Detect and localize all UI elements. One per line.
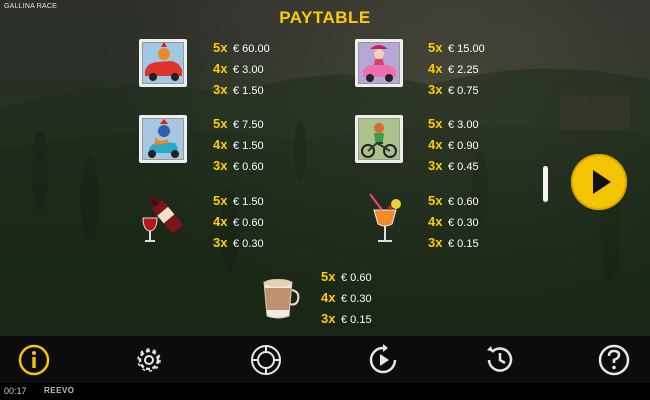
payout-amount: € 0.60 <box>233 217 264 229</box>
play-icon <box>593 170 611 194</box>
payout-amount: € 0.90 <box>448 140 479 152</box>
paytable-title: PAYTABLE <box>279 8 371 27</box>
payout-amount: € 2.25 <box>448 64 479 76</box>
multiplier-label: 5x <box>213 40 228 55</box>
payout-amount: € 3.00 <box>233 64 264 76</box>
multiplier-label: 5x <box>213 193 228 208</box>
payout-amount: € 0.30 <box>233 238 264 250</box>
payout-amount: € 0.15 <box>448 238 479 250</box>
rooster-scooter-symbol <box>137 113 189 165</box>
payout-amount: € 1.50 <box>233 196 264 208</box>
payout-amount: € 15.00 <box>448 43 485 55</box>
provider-logo: REEVO <box>44 386 75 395</box>
payout-amount: € 60.00 <box>233 43 270 55</box>
multiplier-label: 3x <box>428 158 443 173</box>
multiplier-label: 4x <box>213 61 228 76</box>
wine-symbol <box>137 190 189 242</box>
multiplier-label: 4x <box>321 290 336 305</box>
cocktail-symbol <box>360 190 412 242</box>
history-button[interactable] <box>482 342 518 378</box>
payout-amount: € 0.60 <box>233 161 264 173</box>
payout-amount: € 1.50 <box>233 140 264 152</box>
payout-amount: € 7.50 <box>233 119 264 131</box>
multiplier-label: 3x <box>213 158 228 173</box>
multiplier-label: 4x <box>428 214 443 229</box>
play-button[interactable] <box>571 154 627 210</box>
payout-amount: € 0.30 <box>341 293 372 305</box>
status-bar: 00:17 REEVO <box>0 383 650 400</box>
multiplier-label: 5x <box>428 40 443 55</box>
payout-amount: € 0.75 <box>448 85 479 97</box>
multiplier-label: 3x <box>428 235 443 250</box>
multiplier-label: 5x <box>428 193 443 208</box>
multiplier-label: 4x <box>213 137 228 152</box>
info-button[interactable] <box>16 342 52 378</box>
settings-button[interactable] <box>131 342 167 378</box>
multiplier-label: 5x <box>321 269 336 284</box>
multiplier-label: 5x <box>213 116 228 131</box>
autoplay-button[interactable] <box>365 342 401 378</box>
multiplier-label: 4x <box>428 137 443 152</box>
paytable-scrollbar[interactable] <box>543 166 548 202</box>
info-icon <box>18 344 50 376</box>
payout-amount: € 0.60 <box>448 196 479 208</box>
bet-button[interactable] <box>248 342 284 378</box>
payout-amount: € 0.30 <box>448 217 479 229</box>
autoplay-icon <box>369 344 397 374</box>
multiplier-label: 4x <box>428 61 443 76</box>
multiplier-label: 5x <box>428 116 443 131</box>
multiplier-label: 3x <box>213 235 228 250</box>
rooster-car-symbol <box>137 37 189 89</box>
session-clock: 00:17 <box>4 386 27 396</box>
history-icon <box>487 346 513 372</box>
multiplier-label: 3x <box>213 82 228 97</box>
hen-pink-car-symbol <box>353 37 405 89</box>
payout-amount: € 0.45 <box>448 161 479 173</box>
cappuccino-symbol <box>252 272 304 324</box>
help-icon <box>598 344 630 376</box>
payout-amount: € 1.50 <box>233 85 264 97</box>
payout-amount: € 0.60 <box>341 272 372 284</box>
multiplier-label: 3x <box>428 82 443 97</box>
payout-amount: € 0.15 <box>341 314 372 326</box>
hen-bicycle-symbol <box>353 113 405 165</box>
gear-icon <box>137 348 161 372</box>
multiplier-label: 4x <box>213 214 228 229</box>
multiplier-label: 3x <box>321 311 336 326</box>
payout-amount: € 3.00 <box>448 119 479 131</box>
bottom-nav <box>0 335 650 384</box>
help-button[interactable] <box>596 342 632 378</box>
chip-icon <box>251 345 281 375</box>
